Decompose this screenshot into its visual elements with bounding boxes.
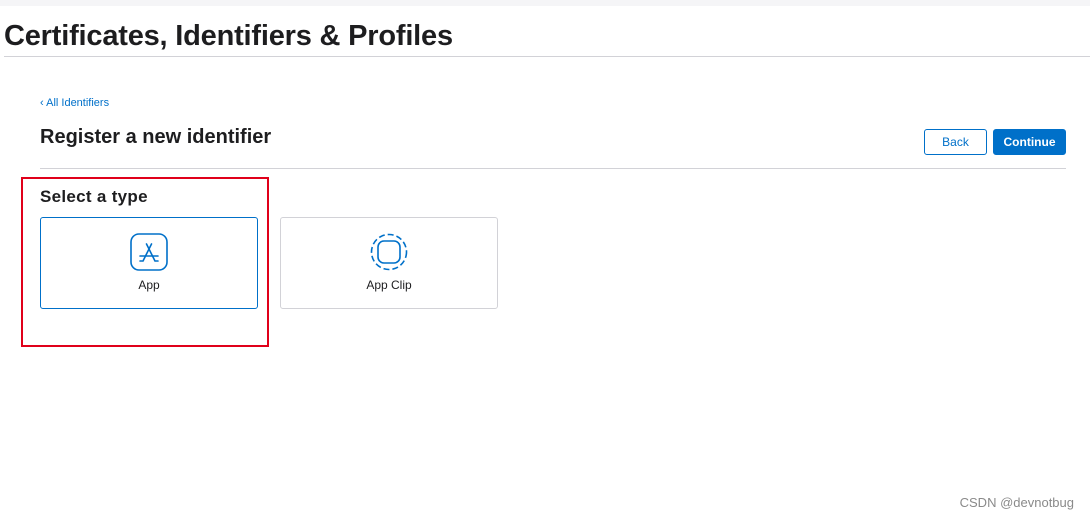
app-clip-icon	[370, 233, 408, 271]
app-store-icon	[130, 233, 168, 271]
back-button[interactable]: Back	[924, 129, 987, 155]
type-option-app-clip[interactable]: App Clip	[280, 217, 498, 309]
type-option-label: App Clip	[366, 278, 412, 292]
page-title: Certificates, Identifiers & Profiles	[4, 20, 453, 52]
section-title: Register a new identifier	[40, 126, 272, 148]
top-bar	[0, 0, 1090, 6]
type-option-app[interactable]: App	[40, 217, 258, 309]
type-option-label: App	[138, 278, 160, 292]
watermark: CSDN @devnotbug	[959, 495, 1074, 510]
continue-button[interactable]: Continue	[993, 129, 1066, 155]
all-identifiers-link[interactable]: ‹ All Identifiers	[40, 97, 109, 109]
section-divider	[40, 168, 1066, 169]
title-divider	[4, 56, 1090, 57]
select-type-heading: Select a type	[40, 187, 148, 206]
